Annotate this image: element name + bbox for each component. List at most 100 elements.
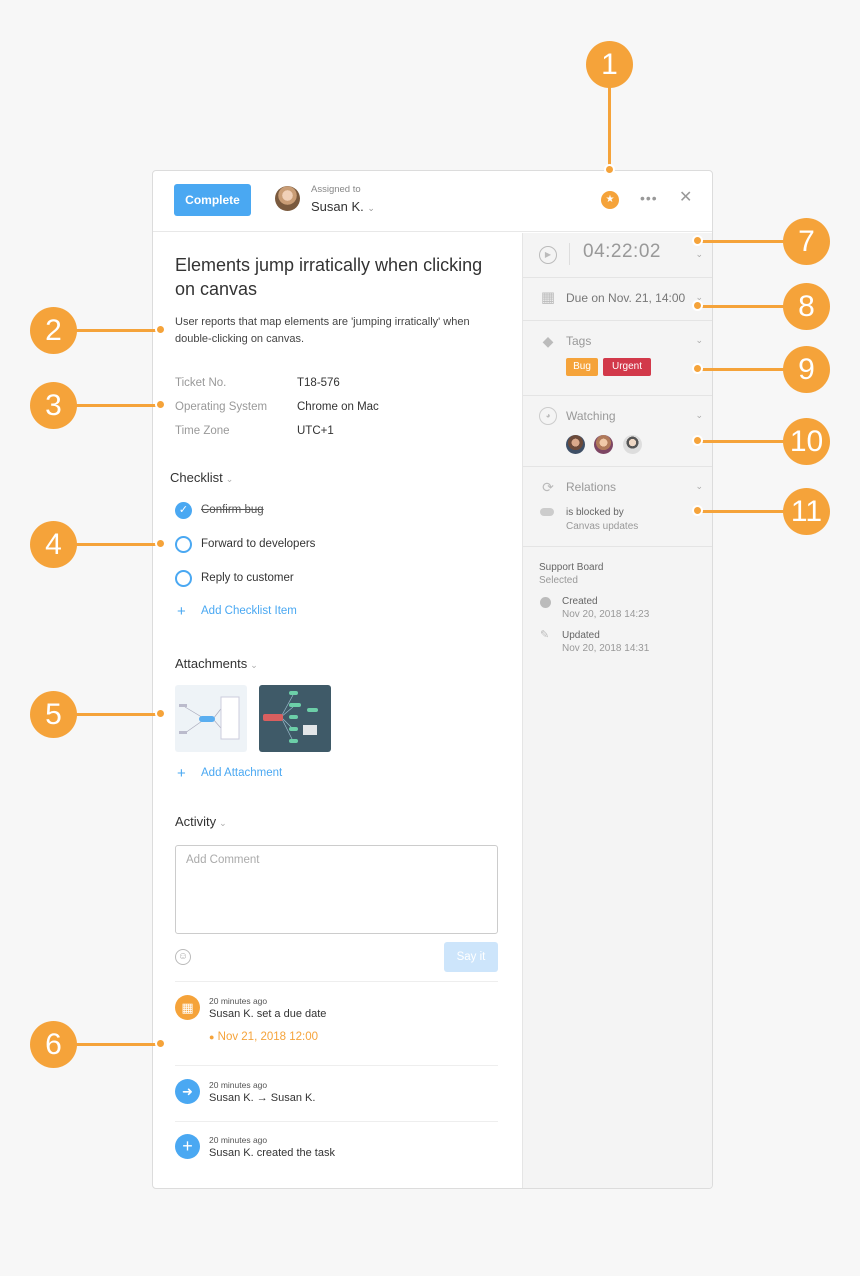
chevron-down-icon[interactable]: ⌄ bbox=[695, 335, 703, 346]
field-label: Time Zone bbox=[175, 425, 230, 437]
attachment-thumbnail[interactable] bbox=[259, 685, 331, 752]
board-name[interactable]: Support Board bbox=[539, 562, 604, 573]
callout-line bbox=[700, 305, 785, 308]
field-value[interactable]: Chrome on Mac bbox=[297, 401, 379, 413]
callout-badge: 6 bbox=[30, 1021, 77, 1068]
timer-display[interactable]: 04:22:02 bbox=[583, 241, 661, 263]
say-it-button[interactable]: Say it bbox=[444, 942, 498, 972]
relation-type: is blocked by bbox=[566, 507, 624, 518]
attachments-title-text: Attachments bbox=[175, 656, 248, 671]
mind-map-preview-dark bbox=[263, 691, 318, 743]
arrow-right-icon: ➜ bbox=[175, 1079, 200, 1104]
divider bbox=[569, 243, 570, 265]
activity-time: 20 minutes ago bbox=[209, 1080, 268, 1090]
chevron-down-icon[interactable]: ⌄ bbox=[695, 249, 703, 260]
callout-dot bbox=[155, 324, 166, 335]
link-icon bbox=[540, 508, 554, 516]
field-value[interactable]: UTC+1 bbox=[297, 425, 334, 437]
activity-item: ▦ 20 minutes ago Susan K. set a due date… bbox=[175, 981, 498, 1066]
callout-line bbox=[700, 440, 785, 443]
activity-time: 20 minutes ago bbox=[209, 1135, 268, 1145]
callout-line bbox=[608, 86, 611, 170]
complete-button[interactable]: Complete bbox=[174, 184, 251, 216]
comment-box bbox=[175, 845, 498, 934]
task-title[interactable]: Elements jump irratically when clicking … bbox=[175, 253, 505, 301]
activity-due-date-text: Nov 21, 2018 12:00 bbox=[217, 1031, 319, 1043]
calendar-small-icon: ● bbox=[209, 1032, 215, 1042]
created-label: Created bbox=[562, 596, 598, 607]
activity-title[interactable]: Activity ⌄ bbox=[175, 814, 227, 829]
chevron-down-icon: ⌄ bbox=[225, 474, 234, 484]
checkbox-icon[interactable] bbox=[175, 536, 192, 553]
chevron-down-icon: ⌄ bbox=[250, 660, 258, 670]
callout-badge: 9 bbox=[783, 346, 830, 393]
callout-line bbox=[74, 1043, 159, 1046]
assignee-dropdown[interactable]: Susan K. ⌄ bbox=[311, 199, 375, 214]
callout-badge: 8 bbox=[783, 283, 830, 330]
callout-line bbox=[700, 240, 785, 243]
watcher-avatar[interactable] bbox=[623, 435, 642, 454]
checklist-title-text: Checklist bbox=[170, 470, 223, 485]
pencil-icon: ✎ bbox=[540, 629, 550, 641]
checklist-title[interactable]: Checklist ⌄ bbox=[170, 470, 233, 485]
plus-icon: + bbox=[177, 603, 186, 620]
callout-dot bbox=[692, 300, 703, 311]
callout-line bbox=[74, 329, 159, 332]
add-attachment-label: Add Attachment bbox=[201, 767, 283, 779]
relations-section: ⟳ Relations ⌄ is blocked by Canvas updat… bbox=[523, 467, 712, 547]
updated-date: Nov 20, 2018 14:31 bbox=[562, 643, 650, 654]
comment-input[interactable] bbox=[186, 854, 486, 866]
task-header: Complete Assigned to Susan K. ⌄ ★ ••• ✕ bbox=[153, 171, 712, 232]
activity-text: Susan K. set a due date bbox=[209, 1008, 327, 1020]
field-label: Operating System bbox=[175, 401, 268, 413]
callout-dot bbox=[155, 399, 166, 410]
task-sidebar: ▶ 04:22:02 ⌄ ▦ Due on Nov. 21, 14:00 ⌄ ◆… bbox=[522, 233, 712, 1188]
checkbox-icon[interactable] bbox=[175, 570, 192, 587]
callout-line bbox=[74, 404, 159, 407]
activity-time: 20 minutes ago bbox=[209, 996, 268, 1006]
play-icon[interactable]: ▶ bbox=[539, 246, 557, 264]
close-icon[interactable]: ✕ bbox=[679, 190, 692, 206]
callout-dot bbox=[692, 235, 703, 246]
tag-bug[interactable]: Bug bbox=[566, 358, 598, 376]
checklist-item-label: Confirm bug bbox=[201, 504, 264, 516]
timer-section: ▶ 04:22:02 ⌄ bbox=[523, 233, 712, 278]
chevron-down-icon: ⌄ bbox=[367, 203, 375, 213]
more-options-icon[interactable]: ••• bbox=[640, 191, 658, 205]
activity-item: ➜ 20 minutes ago Susan K. → Susan K. bbox=[175, 1065, 498, 1122]
callout-badge: 4 bbox=[30, 521, 77, 568]
task-description[interactable]: User reports that map elements are 'jump… bbox=[175, 314, 505, 348]
watcher-avatar[interactable] bbox=[566, 435, 585, 454]
activity-title-text: Activity bbox=[175, 814, 217, 829]
task-main-panel: Elements jump irratically when clicking … bbox=[153, 233, 522, 1188]
activity-due-date: ● Nov 21, 2018 12:00 bbox=[209, 1031, 318, 1043]
checklist-item: ✓ Confirm bug bbox=[175, 502, 495, 522]
checkbox-checked-icon[interactable]: ✓ bbox=[175, 502, 192, 519]
field-value[interactable]: T18-576 bbox=[297, 377, 340, 389]
callout-badge: 1 bbox=[586, 41, 633, 88]
callout-dot bbox=[692, 363, 703, 374]
field-label: Ticket No. bbox=[175, 377, 227, 389]
chevron-down-icon[interactable]: ⌄ bbox=[695, 410, 703, 421]
callout-badge: 11 bbox=[783, 488, 830, 535]
due-date-label: Due on Nov. 21, 14:00 bbox=[566, 291, 686, 305]
emoji-icon[interactable]: ☺ bbox=[175, 949, 191, 965]
watching-section: ◕ Watching ⌄ bbox=[523, 396, 712, 467]
plus-icon: + bbox=[177, 765, 186, 782]
checklist-item: Reply to customer bbox=[175, 570, 495, 590]
callout-dot bbox=[692, 505, 703, 516]
due-date-section[interactable]: ▦ Due on Nov. 21, 14:00 ⌄ bbox=[523, 278, 712, 321]
star-icon[interactable]: ★ bbox=[601, 191, 619, 209]
chevron-down-icon[interactable]: ⌄ bbox=[695, 481, 703, 492]
watcher-avatar[interactable] bbox=[594, 435, 613, 454]
assignee-avatar[interactable] bbox=[275, 186, 300, 211]
tag-urgent[interactable]: Urgent bbox=[603, 358, 651, 376]
attachments-title[interactable]: Attachments ⌄ bbox=[175, 656, 258, 671]
created-icon bbox=[540, 597, 551, 608]
activity-text: Susan K. → Susan K. bbox=[209, 1092, 316, 1104]
callout-line bbox=[74, 543, 159, 546]
relation-target[interactable]: Canvas updates bbox=[566, 521, 638, 532]
callout-badge: 2 bbox=[30, 307, 77, 354]
attachment-thumbnail[interactable] bbox=[175, 685, 247, 752]
callout-badge: 10 bbox=[783, 418, 830, 465]
